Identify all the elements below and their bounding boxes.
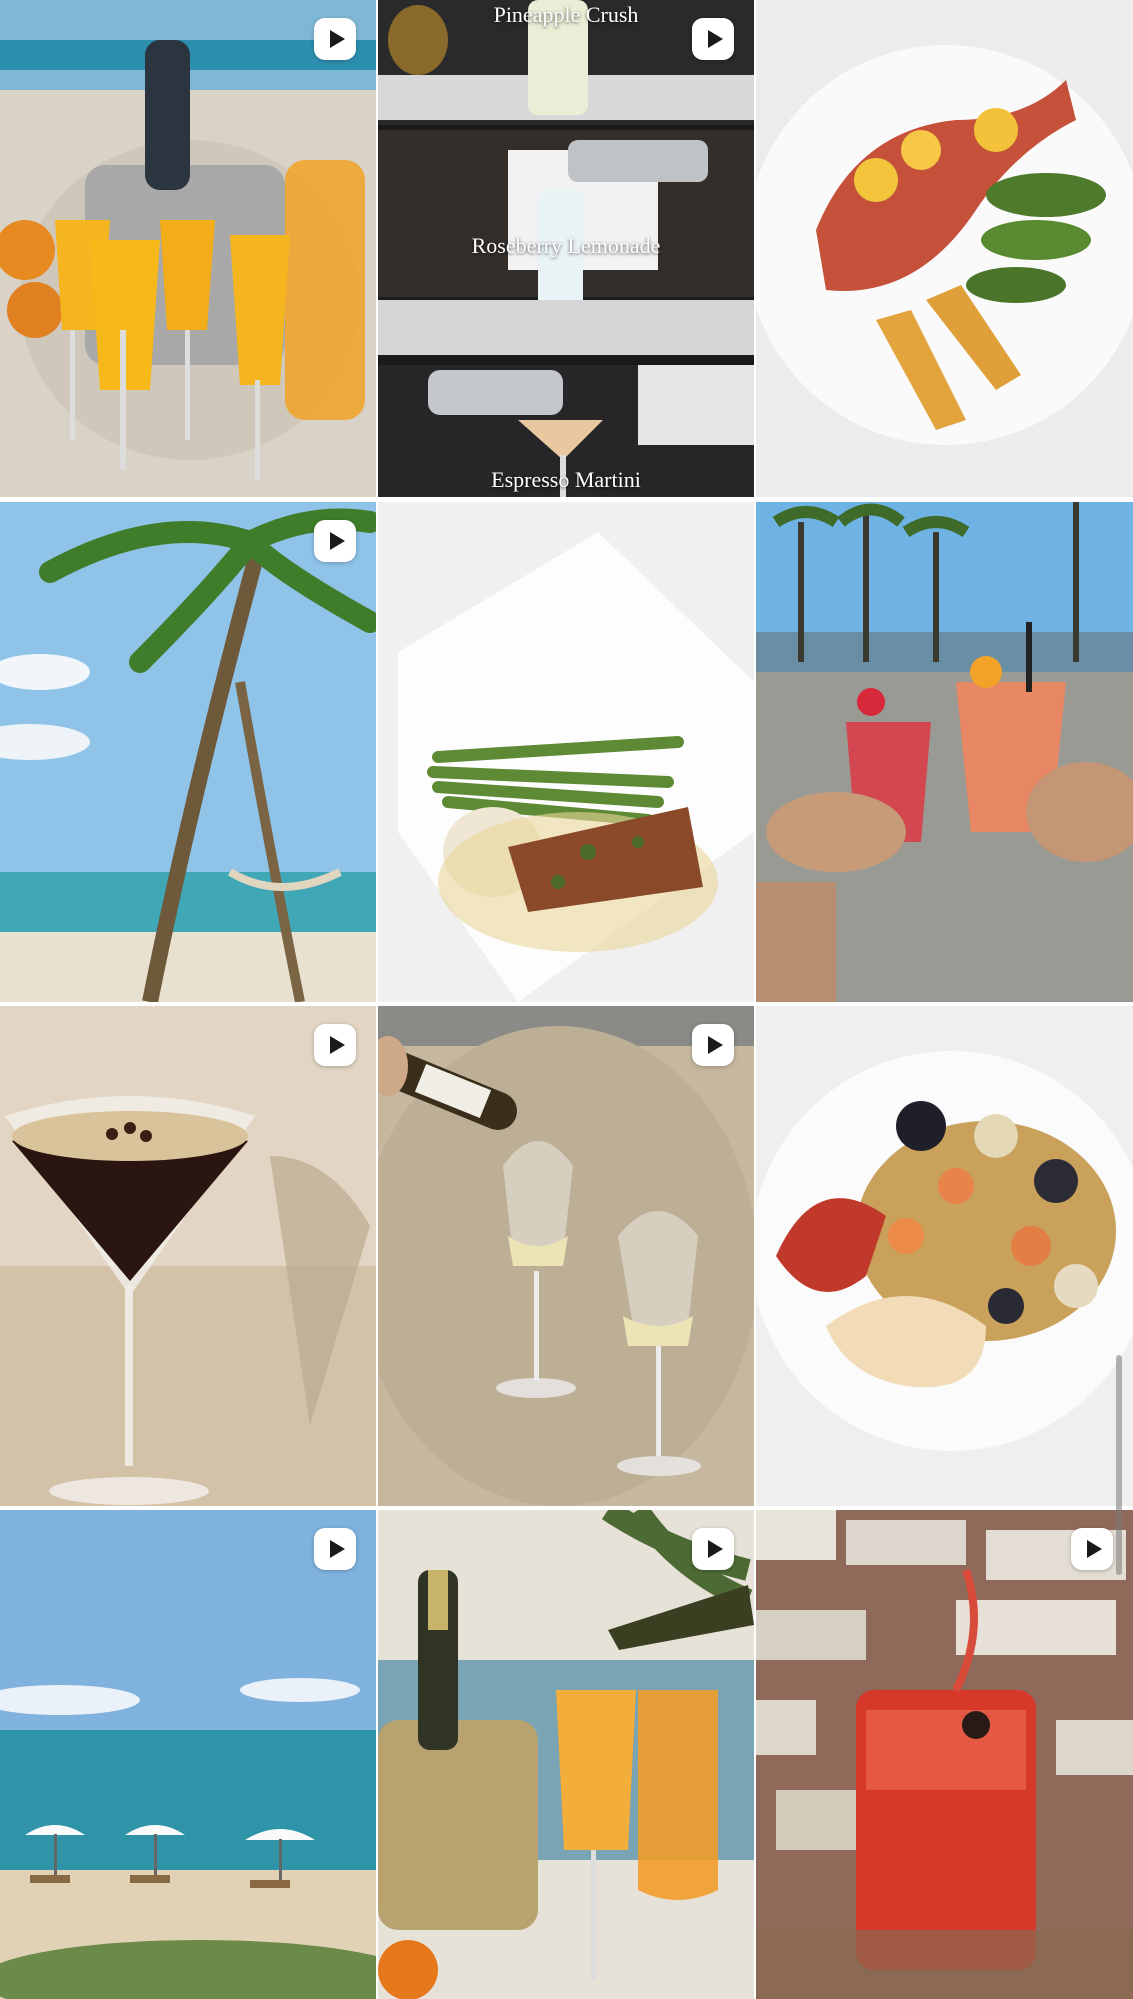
grid-tile-fish-plate[interactable] [756,0,1133,497]
scrollbar[interactable] [1116,1355,1122,1575]
overlay-caption-3: Espresso Martini [491,467,641,492]
grid-tile-toasting-drinks[interactable] [756,502,1133,1002]
grid-tile-palm-beach[interactable] [0,502,376,1002]
reel-icon [692,1528,734,1570]
reel-icon [692,1024,734,1066]
grid-tile-mimosa-pour[interactable] [378,1510,754,1999]
reel-icon [692,18,734,60]
media-grid: Pineapple Crush Roseberry Lemonade Espre… [0,0,1133,1999]
grid-tile-beach-umbrellas[interactable] [0,1510,376,1999]
grid-tile-mimosas[interactable] [0,0,376,497]
reel-icon [1071,1528,1113,1570]
grid-tile-seafood-pasta[interactable] [756,1006,1133,1506]
grid-tile-salmon-asparagus[interactable] [378,502,754,1002]
reel-icon [314,18,356,60]
overlay-caption-2: Roseberry Lemonade [471,233,661,258]
reel-icon [314,1528,356,1570]
reel-icon [314,520,356,562]
grid-tile-red-cocktail[interactable] [756,1510,1133,1999]
grid-tile-espresso-martini[interactable] [0,1006,376,1506]
grid-tile-wine-on-sand[interactable] [378,1006,754,1506]
grid-tile-cocktail-collage[interactable]: Pineapple Crush Roseberry Lemonade Espre… [378,0,754,497]
reel-icon [314,1024,356,1066]
